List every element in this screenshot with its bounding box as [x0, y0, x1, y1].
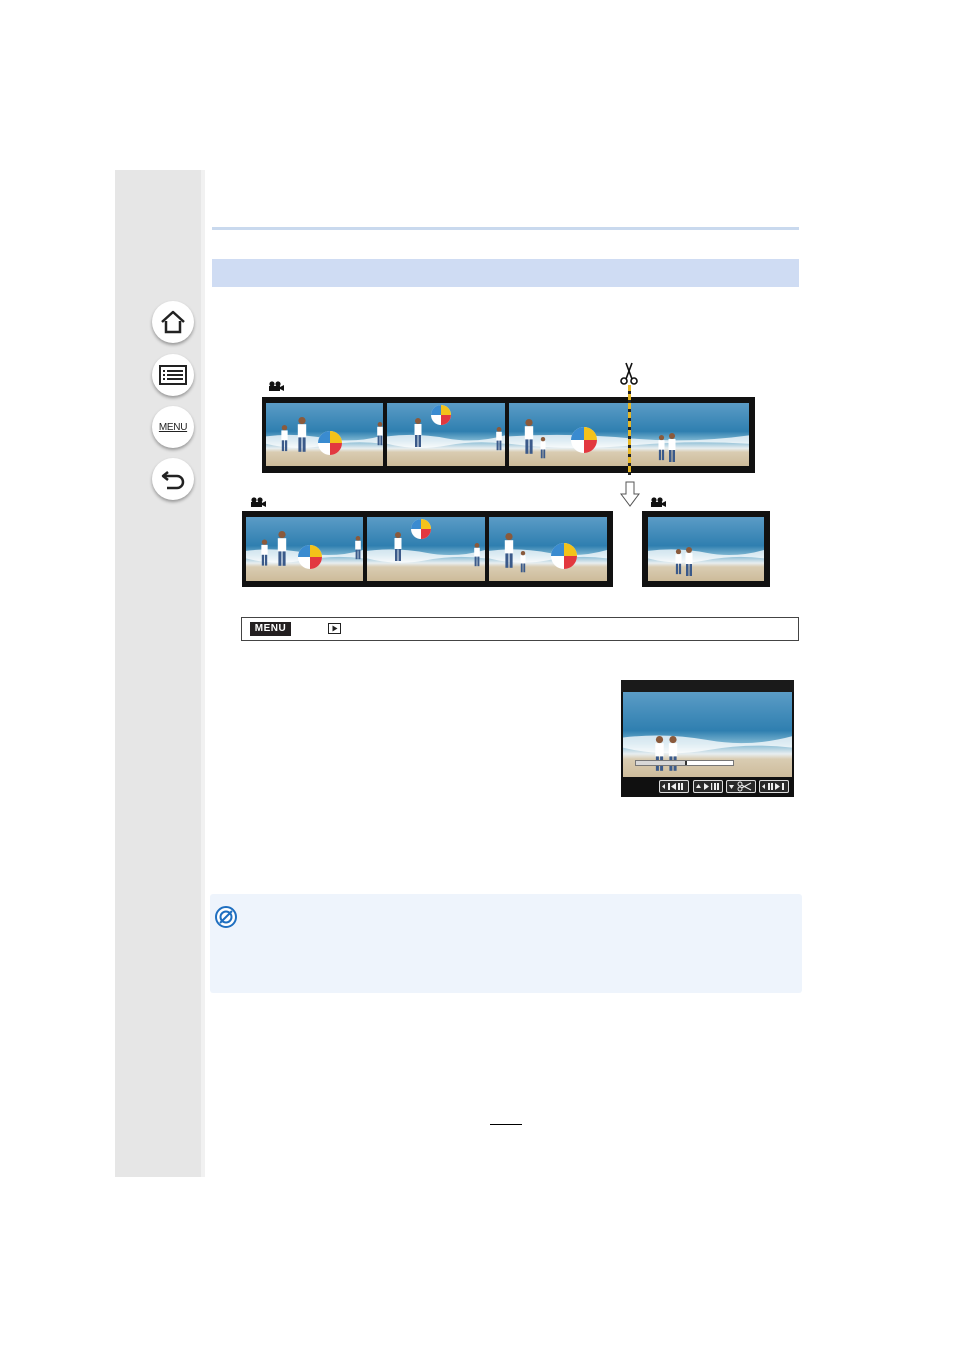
menu-icon: MENU [158, 421, 188, 433]
menu-button[interactable]: MENU [152, 406, 194, 448]
home-button[interactable] [152, 301, 194, 343]
playback-progress-bar[interactable] [635, 760, 734, 766]
header-rule [212, 227, 799, 230]
movie-camera-icon [651, 497, 666, 507]
strip-frame [648, 517, 764, 581]
down-arrow-icon [620, 481, 640, 507]
scissors-icon [620, 362, 638, 385]
playback-icon [328, 623, 341, 634]
strip-frame [246, 517, 363, 581]
fast-forward-button[interactable] [759, 780, 789, 793]
movie-camera-icon [269, 381, 284, 391]
home-icon [161, 310, 185, 334]
rewind-button[interactable] [659, 780, 689, 793]
sidebar-edge [201, 170, 205, 1177]
cut-line [628, 385, 631, 475]
contents-button[interactable] [152, 354, 194, 396]
menu-path-box: MENU [241, 617, 799, 641]
prohibited-icon [215, 906, 237, 928]
screen-top-bar [621, 680, 794, 692]
divide-button[interactable] [726, 780, 756, 793]
result-movie-strip-1 [242, 511, 613, 587]
back-arrow-icon [161, 471, 185, 490]
menu-badge: MENU [250, 622, 291, 636]
section-heading-band [212, 259, 799, 287]
strip-frame [367, 517, 485, 581]
back-button[interactable] [152, 458, 194, 500]
movie-camera-icon [251, 497, 266, 507]
note-box [210, 894, 802, 993]
strip-frame [387, 403, 505, 466]
result-movie-strip-2 [642, 511, 770, 587]
list-icon [159, 365, 187, 385]
original-movie-strip [262, 397, 755, 473]
strip-frame [266, 403, 383, 466]
page-number [490, 1110, 522, 1125]
progress-fill [636, 761, 687, 765]
play-pause-button[interactable] [693, 780, 723, 793]
camera-screen [621, 680, 794, 797]
strip-frame [489, 517, 607, 581]
